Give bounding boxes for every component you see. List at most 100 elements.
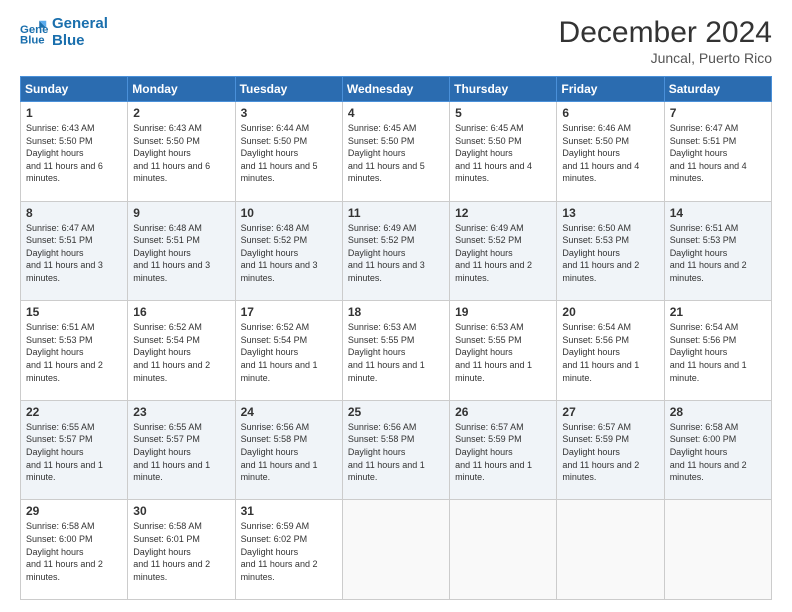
day-info: Sunrise: 6:57 AM Sunset: 5:59 PM Dayligh… [455, 421, 551, 484]
day-info: Sunrise: 6:50 AM Sunset: 5:53 PM Dayligh… [562, 222, 658, 285]
calendar-cell: 15 Sunrise: 6:51 AM Sunset: 5:53 PM Dayl… [21, 301, 128, 401]
calendar-cell: 24 Sunrise: 6:56 AM Sunset: 5:58 PM Dayl… [235, 400, 342, 500]
day-number: 2 [133, 106, 229, 120]
logo: General Blue General Blue [20, 16, 108, 49]
day-number: 5 [455, 106, 551, 120]
calendar-cell: 14 Sunrise: 6:51 AM Sunset: 5:53 PM Dayl… [664, 201, 771, 301]
day-number: 28 [670, 405, 766, 419]
main-title: December 2024 [559, 16, 772, 50]
day-info: Sunrise: 6:54 AM Sunset: 5:56 PM Dayligh… [562, 321, 658, 384]
calendar-cell: 7 Sunrise: 6:47 AM Sunset: 5:51 PM Dayli… [664, 102, 771, 202]
calendar-cell: 16 Sunrise: 6:52 AM Sunset: 5:54 PM Dayl… [128, 301, 235, 401]
page: General Blue General Blue December 2024 … [0, 0, 792, 612]
day-number: 20 [562, 305, 658, 319]
day-number: 30 [133, 504, 229, 518]
calendar-cell: 27 Sunrise: 6:57 AM Sunset: 5:59 PM Dayl… [557, 400, 664, 500]
day-info: Sunrise: 6:57 AM Sunset: 5:59 PM Dayligh… [562, 421, 658, 484]
day-info: Sunrise: 6:43 AM Sunset: 5:50 PM Dayligh… [26, 122, 122, 185]
calendar-cell: 3 Sunrise: 6:44 AM Sunset: 5:50 PM Dayli… [235, 102, 342, 202]
col-header-saturday: Saturday [664, 77, 771, 102]
day-info: Sunrise: 6:58 AM Sunset: 6:00 PM Dayligh… [26, 520, 122, 583]
calendar-cell: 20 Sunrise: 6:54 AM Sunset: 5:56 PM Dayl… [557, 301, 664, 401]
day-number: 22 [26, 405, 122, 419]
day-info: Sunrise: 6:45 AM Sunset: 5:50 PM Dayligh… [455, 122, 551, 185]
col-header-friday: Friday [557, 77, 664, 102]
calendar-cell [557, 500, 664, 600]
calendar-cell: 10 Sunrise: 6:48 AM Sunset: 5:52 PM Dayl… [235, 201, 342, 301]
calendar-cell: 26 Sunrise: 6:57 AM Sunset: 5:59 PM Dayl… [450, 400, 557, 500]
col-header-tuesday: Tuesday [235, 77, 342, 102]
day-info: Sunrise: 6:51 AM Sunset: 5:53 PM Dayligh… [670, 222, 766, 285]
calendar-cell: 25 Sunrise: 6:56 AM Sunset: 5:58 PM Dayl… [342, 400, 449, 500]
day-number: 13 [562, 206, 658, 220]
calendar-cell [342, 500, 449, 600]
calendar-cell: 19 Sunrise: 6:53 AM Sunset: 5:55 PM Dayl… [450, 301, 557, 401]
day-number: 26 [455, 405, 551, 419]
calendar-cell: 5 Sunrise: 6:45 AM Sunset: 5:50 PM Dayli… [450, 102, 557, 202]
title-block: December 2024 Juncal, Puerto Rico [559, 16, 772, 66]
day-info: Sunrise: 6:53 AM Sunset: 5:55 PM Dayligh… [348, 321, 444, 384]
day-number: 31 [241, 504, 337, 518]
day-info: Sunrise: 6:52 AM Sunset: 5:54 PM Dayligh… [133, 321, 229, 384]
calendar-cell: 22 Sunrise: 6:55 AM Sunset: 5:57 PM Dayl… [21, 400, 128, 500]
calendar-cell [664, 500, 771, 600]
day-number: 24 [241, 405, 337, 419]
col-header-wednesday: Wednesday [342, 77, 449, 102]
day-info: Sunrise: 6:44 AM Sunset: 5:50 PM Dayligh… [241, 122, 337, 185]
col-header-thursday: Thursday [450, 77, 557, 102]
day-number: 19 [455, 305, 551, 319]
day-number: 23 [133, 405, 229, 419]
day-number: 3 [241, 106, 337, 120]
day-info: Sunrise: 6:46 AM Sunset: 5:50 PM Dayligh… [562, 122, 658, 185]
day-info: Sunrise: 6:52 AM Sunset: 5:54 PM Dayligh… [241, 321, 337, 384]
day-info: Sunrise: 6:49 AM Sunset: 5:52 PM Dayligh… [455, 222, 551, 285]
day-info: Sunrise: 6:51 AM Sunset: 5:53 PM Dayligh… [26, 321, 122, 384]
day-number: 10 [241, 206, 337, 220]
day-info: Sunrise: 6:47 AM Sunset: 5:51 PM Dayligh… [26, 222, 122, 285]
calendar-table: SundayMondayTuesdayWednesdayThursdayFrid… [20, 76, 772, 600]
day-info: Sunrise: 6:48 AM Sunset: 5:52 PM Dayligh… [241, 222, 337, 285]
calendar-cell: 12 Sunrise: 6:49 AM Sunset: 5:52 PM Dayl… [450, 201, 557, 301]
day-number: 8 [26, 206, 122, 220]
calendar-cell: 28 Sunrise: 6:58 AM Sunset: 6:00 PM Dayl… [664, 400, 771, 500]
day-info: Sunrise: 6:48 AM Sunset: 5:51 PM Dayligh… [133, 222, 229, 285]
logo-line2: Blue [52, 33, 108, 50]
logo-line1: General [52, 16, 108, 33]
day-number: 21 [670, 305, 766, 319]
calendar-cell: 31 Sunrise: 6:59 AM Sunset: 6:02 PM Dayl… [235, 500, 342, 600]
calendar-cell: 13 Sunrise: 6:50 AM Sunset: 5:53 PM Dayl… [557, 201, 664, 301]
calendar-cell: 11 Sunrise: 6:49 AM Sunset: 5:52 PM Dayl… [342, 201, 449, 301]
calendar-cell: 9 Sunrise: 6:48 AM Sunset: 5:51 PM Dayli… [128, 201, 235, 301]
day-info: Sunrise: 6:56 AM Sunset: 5:58 PM Dayligh… [348, 421, 444, 484]
svg-text:Blue: Blue [20, 34, 45, 46]
day-info: Sunrise: 6:54 AM Sunset: 5:56 PM Dayligh… [670, 321, 766, 384]
day-info: Sunrise: 6:43 AM Sunset: 5:50 PM Dayligh… [133, 122, 229, 185]
calendar-cell [450, 500, 557, 600]
day-number: 4 [348, 106, 444, 120]
day-info: Sunrise: 6:55 AM Sunset: 5:57 PM Dayligh… [26, 421, 122, 484]
day-number: 16 [133, 305, 229, 319]
day-number: 12 [455, 206, 551, 220]
day-info: Sunrise: 6:49 AM Sunset: 5:52 PM Dayligh… [348, 222, 444, 285]
logo-icon: General Blue [20, 19, 48, 47]
day-info: Sunrise: 6:47 AM Sunset: 5:51 PM Dayligh… [670, 122, 766, 185]
day-number: 25 [348, 405, 444, 419]
calendar-cell: 6 Sunrise: 6:46 AM Sunset: 5:50 PM Dayli… [557, 102, 664, 202]
day-info: Sunrise: 6:58 AM Sunset: 6:00 PM Dayligh… [670, 421, 766, 484]
day-info: Sunrise: 6:55 AM Sunset: 5:57 PM Dayligh… [133, 421, 229, 484]
day-number: 7 [670, 106, 766, 120]
day-number: 18 [348, 305, 444, 319]
day-number: 17 [241, 305, 337, 319]
day-number: 1 [26, 106, 122, 120]
calendar-cell: 29 Sunrise: 6:58 AM Sunset: 6:00 PM Dayl… [21, 500, 128, 600]
day-number: 27 [562, 405, 658, 419]
subtitle: Juncal, Puerto Rico [559, 50, 772, 66]
day-info: Sunrise: 6:45 AM Sunset: 5:50 PM Dayligh… [348, 122, 444, 185]
header: General Blue General Blue December 2024 … [20, 16, 772, 66]
calendar-cell: 18 Sunrise: 6:53 AM Sunset: 5:55 PM Dayl… [342, 301, 449, 401]
day-number: 29 [26, 504, 122, 518]
calendar-cell: 1 Sunrise: 6:43 AM Sunset: 5:50 PM Dayli… [21, 102, 128, 202]
day-info: Sunrise: 6:56 AM Sunset: 5:58 PM Dayligh… [241, 421, 337, 484]
day-number: 14 [670, 206, 766, 220]
calendar-cell: 8 Sunrise: 6:47 AM Sunset: 5:51 PM Dayli… [21, 201, 128, 301]
